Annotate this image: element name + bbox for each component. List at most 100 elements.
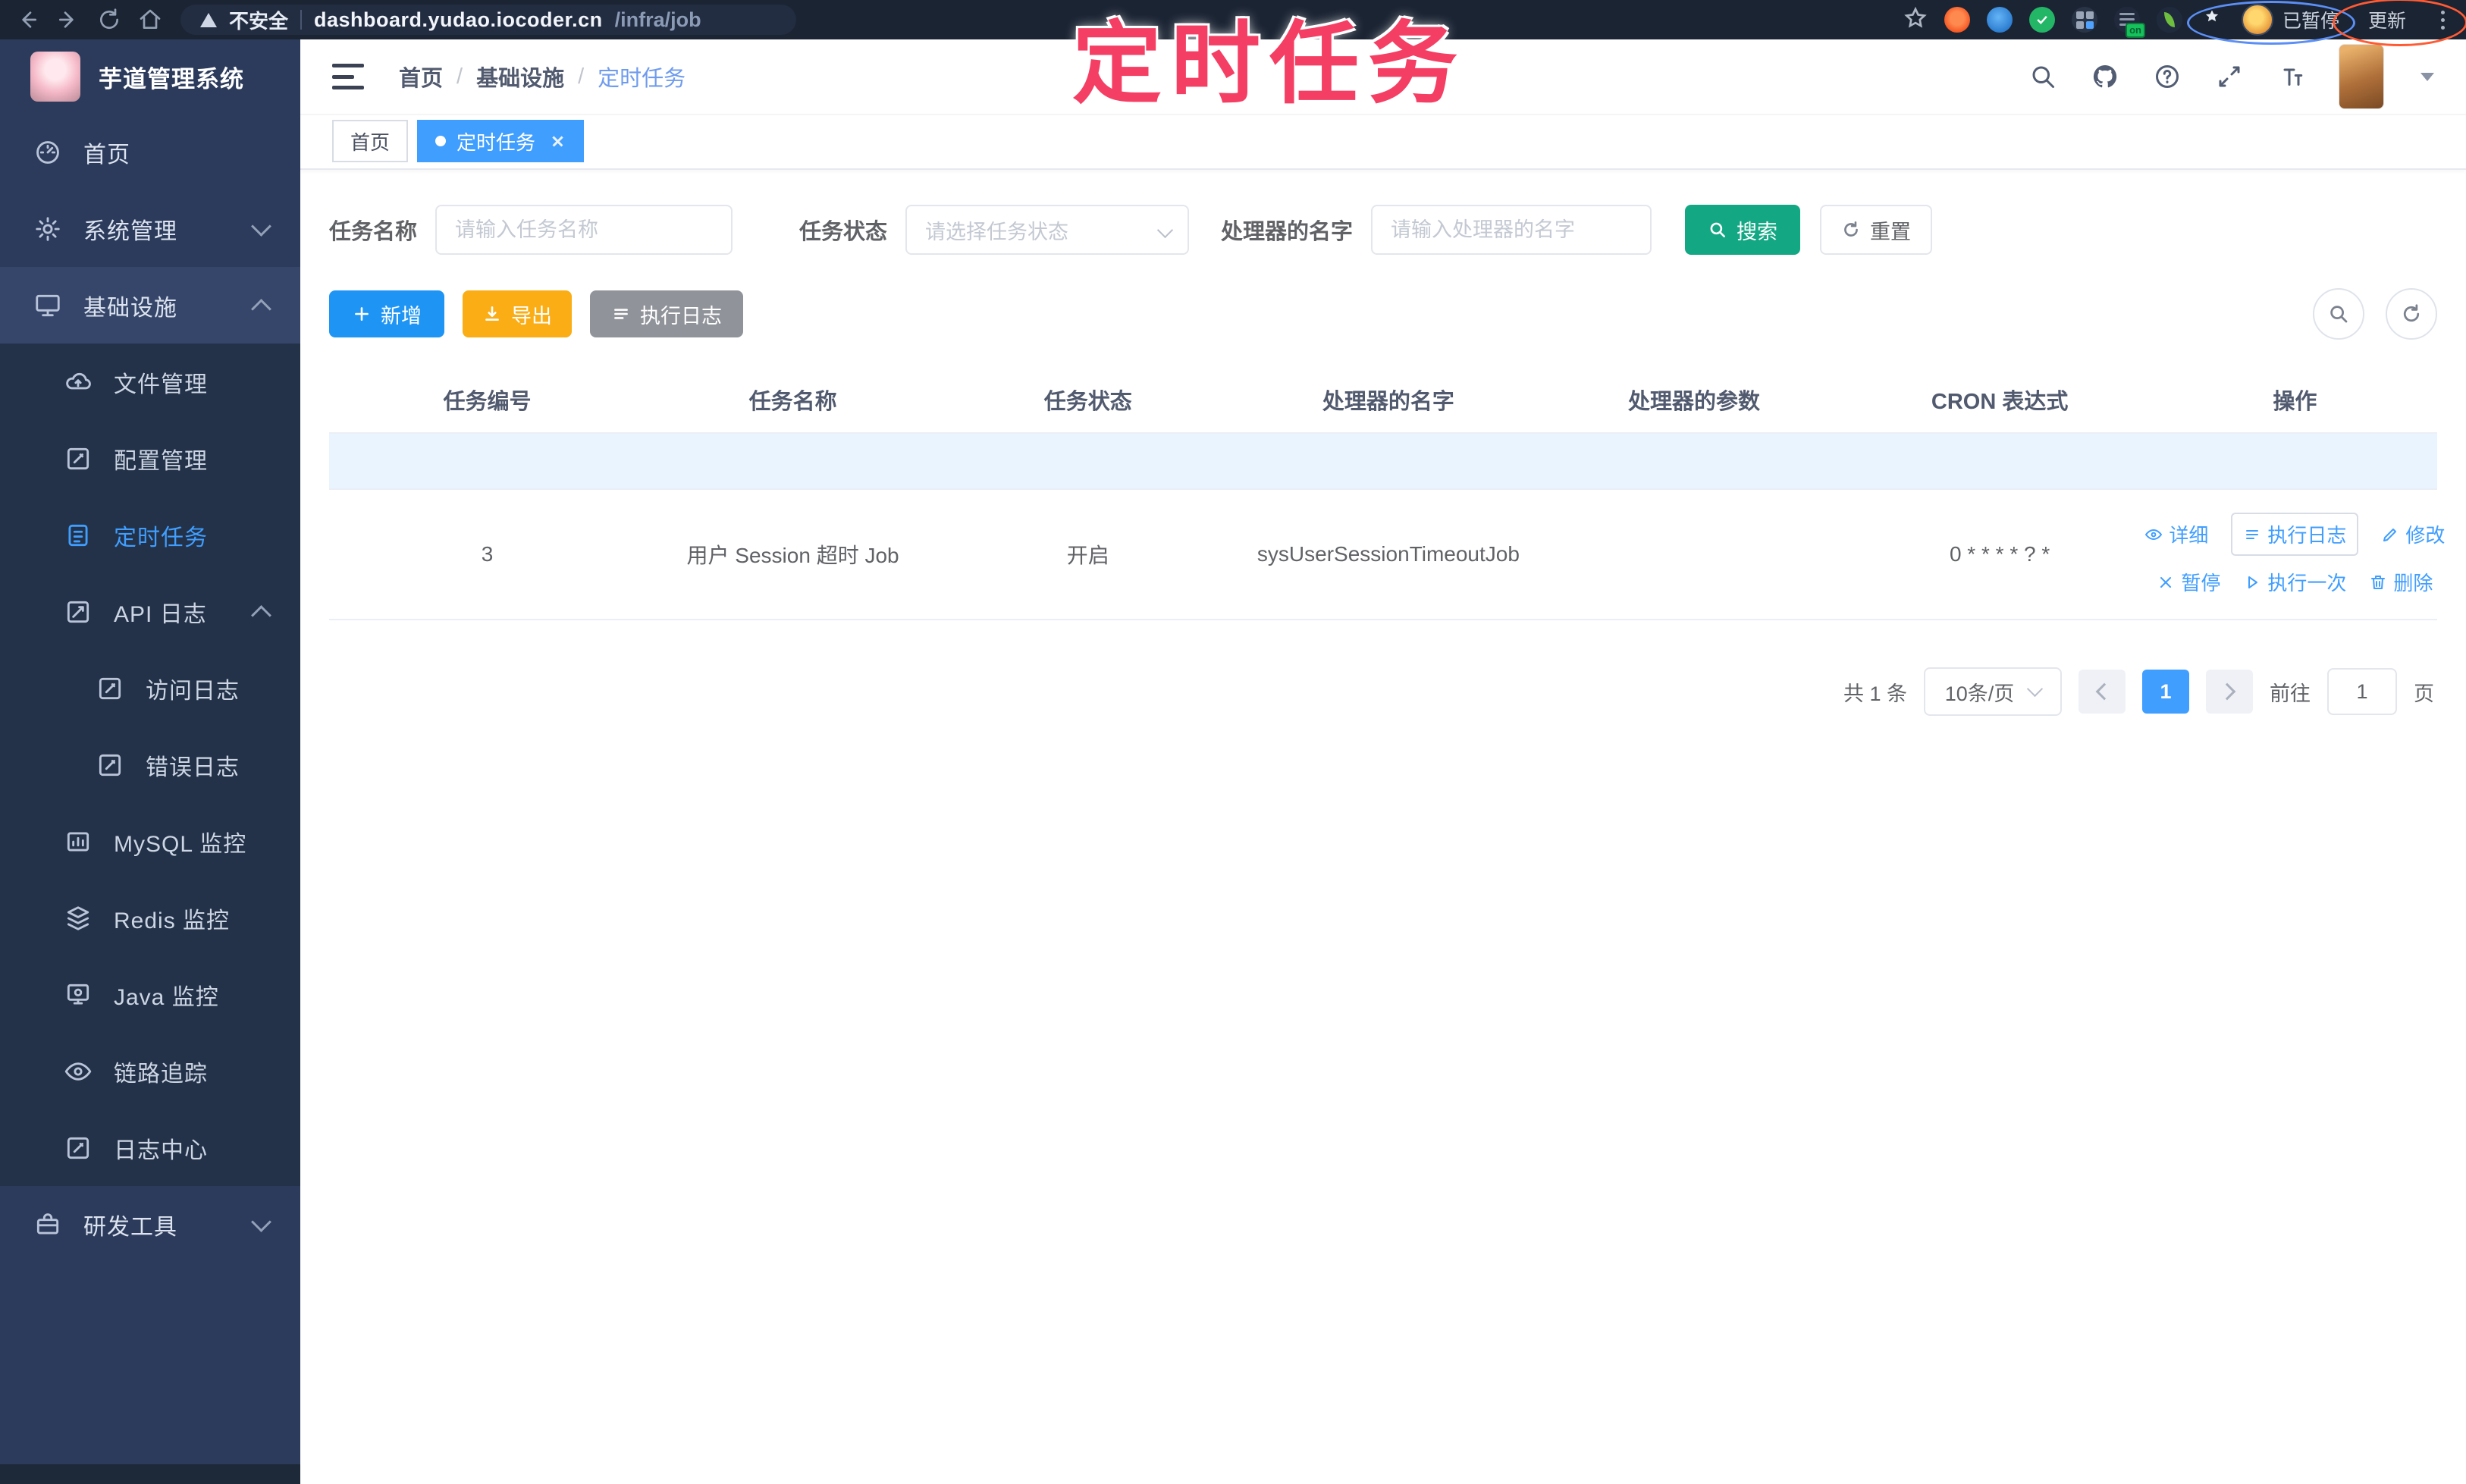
job-status-select[interactable]: 请选择任务状态: [905, 205, 1190, 255]
exec-log-button[interactable]: 执行日志: [590, 290, 743, 337]
close-icon: [2160, 576, 2172, 588]
reset-button[interactable]: 重置: [1820, 205, 1933, 255]
sidebar-item-config-mgmt[interactable]: 配置管理: [0, 420, 300, 497]
job-name-label: 任务名称: [329, 220, 418, 244]
page-unit-label: 页: [2414, 682, 2434, 705]
breadcrumb-infra[interactable]: 基础设施: [476, 61, 564, 93]
prev-page-button[interactable]: [2079, 670, 2126, 714]
sidebar-item-scheduled-jobs[interactable]: 定时任务: [0, 497, 300, 573]
bookmark-star-icon[interactable]: [1903, 6, 1928, 34]
reload-icon[interactable]: [93, 3, 126, 36]
sidebar-item-error-log[interactable]: 错误日志: [0, 726, 300, 803]
op-run-once-link[interactable]: 执行一次: [2243, 568, 2346, 596]
search-icon: [1710, 222, 1726, 237]
op-delete-link[interactable]: 删除: [2369, 568, 2433, 596]
cell-job-status: 开启: [940, 489, 1236, 620]
extension-grid-icon[interactable]: [2071, 7, 2097, 33]
export-button[interactable]: 导出: [463, 290, 572, 337]
job-name-input[interactable]: [435, 205, 733, 255]
address-bar[interactable]: 不安全 dashboard.yudao.iocoder.cn/infra/job: [180, 5, 796, 35]
plus-icon: [355, 307, 369, 321]
extension-check-icon[interactable]: [2028, 7, 2055, 33]
table-header-row: 任务编号 任务名称 任务状态 处理器的名字 处理器的参数 CRON 表达式 操作: [329, 373, 2437, 434]
sidebar-item-api-log[interactable]: API 日志: [0, 573, 300, 650]
breadcrumb-current: 定时任务: [598, 67, 686, 91]
refresh-table-button[interactable]: [2386, 288, 2437, 340]
goto-page-input[interactable]: [2327, 668, 2397, 715]
redis-monitor-icon: [67, 905, 89, 930]
sidebar-item-dev-tools[interactable]: 研发工具: [0, 1186, 300, 1263]
browser-menu-icon[interactable]: [2435, 10, 2451, 30]
pagination: 共 1 条 10条/页 1 前往 页: [329, 667, 2437, 716]
current-page-button[interactable]: 1: [2142, 670, 2189, 714]
table-toolbar: 新增 导出 执行日志: [329, 288, 2437, 340]
home-icon[interactable]: [133, 3, 167, 36]
extension-orange-icon[interactable]: [1944, 7, 1970, 33]
next-page-button[interactable]: [2206, 670, 2253, 714]
op-pause-link[interactable]: 暂停: [2157, 568, 2220, 596]
add-button[interactable]: 新增: [329, 290, 444, 337]
cell-handler-param: [1541, 489, 1847, 620]
sidebar-item-label: 日志中心: [114, 1137, 208, 1163]
page-size-value: 10条/页: [1944, 682, 2015, 705]
fullscreen-icon[interactable]: [2214, 61, 2245, 92]
app-logo[interactable]: 芋道管理系统: [0, 39, 300, 114]
tab-label: 定时任务: [456, 130, 536, 154]
sidebar-item-label: API 日志: [114, 601, 207, 627]
help-icon[interactable]: [2152, 61, 2182, 92]
sidebar-item-label: 定时任务: [114, 525, 208, 551]
page-size-select[interactable]: 10条/页: [1924, 667, 2062, 716]
trash-icon: [2371, 575, 2386, 589]
sidebar-item-label: 基础设施: [83, 295, 177, 321]
tab-home[interactable]: 首页: [332, 120, 409, 162]
chevron-up-icon: [251, 605, 271, 626]
user-menu-caret-icon[interactable]: [2421, 72, 2434, 81]
media-paused-chip[interactable]: 已暂停: [2241, 4, 2339, 36]
github-icon[interactable]: [2090, 61, 2120, 92]
topbar: 首页 / 基础设施 / 定时任务: [300, 39, 2466, 114]
add-button-label: 新增: [381, 304, 422, 328]
user-avatar[interactable]: [2339, 44, 2384, 109]
cell-handler-name: sysUserSessionTimeoutJob: [1235, 489, 1542, 620]
refresh-icon: [1844, 221, 1858, 237]
sidebar-item-java-monitor[interactable]: Java 监控: [0, 956, 300, 1033]
sidebar-item-home[interactable]: 首页: [0, 114, 300, 190]
extension-blue-icon[interactable]: [1986, 7, 2013, 33]
tab-scheduled-jobs[interactable]: 定时任务: [417, 120, 585, 162]
toggle-search-button[interactable]: [2313, 288, 2364, 340]
back-icon[interactable]: [11, 3, 44, 36]
sidebar-item-redis-monitor[interactable]: Redis 监控: [0, 880, 300, 956]
col-handler-param: 处理器的参数: [1541, 373, 1847, 434]
sidebar-item-mysql-monitor[interactable]: MySQL 监控: [0, 803, 300, 880]
url-path: /infra/job: [614, 8, 701, 31]
extensions-puzzle-icon[interactable]: [2199, 7, 2225, 33]
chevron-down-icon: [1156, 221, 1174, 239]
sidebar-item-tracing[interactable]: 链路追踪: [0, 1033, 300, 1109]
sidebar-item-system[interactable]: 系统管理: [0, 190, 300, 267]
op-exec-log-link[interactable]: 执行日志: [2231, 513, 2359, 556]
breadcrumb-separator: /: [456, 64, 463, 89]
extension-list-icon[interactable]: on: [2113, 7, 2145, 38]
collapse-sidebar-icon[interactable]: [332, 64, 364, 89]
chrome-update-button[interactable]: 更新: [2356, 2, 2418, 38]
search-button[interactable]: 搜索: [1685, 205, 1801, 255]
close-icon[interactable]: [549, 132, 567, 150]
chevron-right-icon: [2218, 682, 2236, 701]
extension-leaf-icon[interactable]: [2156, 7, 2182, 33]
log-icon: [67, 601, 89, 623]
handler-name-input[interactable]: [1371, 205, 1652, 255]
forward-icon[interactable]: [52, 3, 85, 36]
sidebar-item-label: Redis 监控: [114, 908, 231, 933]
table-tools: [2313, 288, 2437, 340]
sidebar-item-access-log[interactable]: 访问日志: [0, 650, 300, 726]
op-detail-link[interactable]: 详细: [2144, 520, 2208, 548]
address-divider: [300, 10, 303, 30]
chevron-down-icon: [251, 1212, 271, 1232]
sidebar-item-log-center[interactable]: 日志中心: [0, 1109, 300, 1186]
search-icon[interactable]: [2028, 61, 2058, 92]
op-edit-link[interactable]: 修改: [2381, 520, 2445, 548]
sidebar-item-infra[interactable]: 基础设施: [0, 267, 300, 344]
font-size-icon[interactable]: [2276, 61, 2307, 92]
sidebar-item-file-mgmt[interactable]: 文件管理: [0, 344, 300, 420]
breadcrumb-home[interactable]: 首页: [399, 61, 443, 93]
